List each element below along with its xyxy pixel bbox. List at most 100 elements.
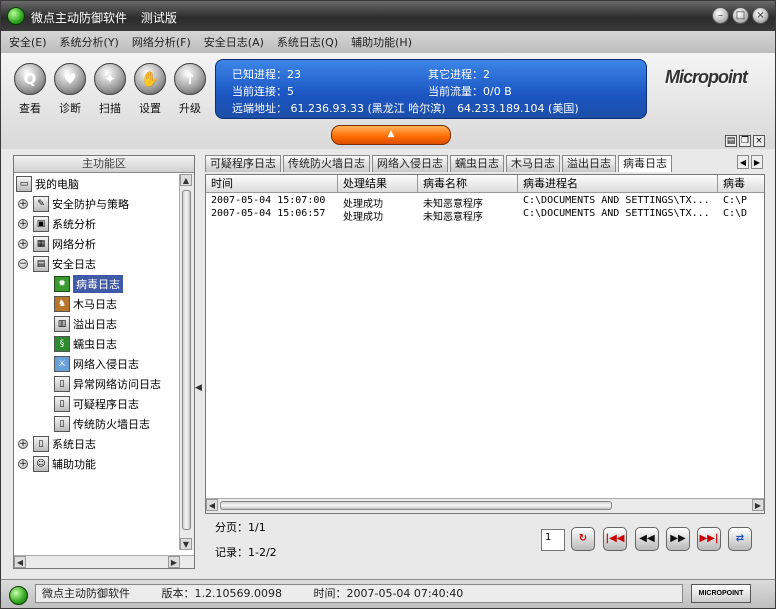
cell-time: 2007-05-04 15:07:00 bbox=[211, 195, 326, 206]
view-button[interactable]: Q 查看 bbox=[13, 63, 47, 116]
scan-button[interactable]: ✦ 扫描 bbox=[93, 63, 127, 116]
close-button[interactable]: × bbox=[752, 7, 769, 24]
expand-toggle[interactable]: + bbox=[18, 219, 28, 229]
settings-button[interactable]: ✋ 设置 bbox=[133, 63, 167, 116]
prev-page-button[interactable]: ◀◀ bbox=[635, 527, 659, 551]
menu-system-log[interactable]: 系统日志(Q) bbox=[269, 34, 343, 50]
scroll-thumb[interactable] bbox=[220, 501, 612, 510]
tab-worm-log[interactable]: 蠕虫日志 bbox=[450, 155, 504, 172]
first-page-button[interactable]: |◀◀ bbox=[603, 527, 627, 551]
page-number-input[interactable]: 1 bbox=[541, 529, 565, 551]
scroll-right-icon[interactable]: ▶ bbox=[752, 499, 764, 511]
collapse-toggle[interactable]: − bbox=[18, 259, 28, 269]
export-button[interactable]: ⇄ bbox=[728, 527, 752, 551]
tab-firewall-log[interactable]: 传统防火墙日志 bbox=[283, 155, 370, 172]
tab-overflow-log[interactable]: 溢出日志 bbox=[562, 155, 616, 172]
tree-label-selected: 病毒日志 bbox=[73, 275, 123, 293]
tree-item-my-computer[interactable]: ▭ 我的电脑 bbox=[16, 174, 79, 194]
col-time[interactable]: 时间 bbox=[206, 175, 338, 192]
minimize-button[interactable]: – bbox=[712, 7, 729, 24]
menu-security[interactable]: 安全(E) bbox=[1, 34, 52, 50]
next-page-button[interactable]: ▶▶ bbox=[666, 527, 690, 551]
col-virus-name[interactable]: 病毒名称 bbox=[418, 175, 518, 192]
col-result[interactable]: 处理结果 bbox=[338, 175, 418, 192]
system-log-icon: ▯ bbox=[33, 436, 49, 452]
scroll-right-icon[interactable]: ▶ bbox=[168, 556, 180, 568]
maximize-button[interactable]: □ bbox=[732, 7, 749, 24]
table-horizontal-scrollbar[interactable]: ◀ ▶ bbox=[206, 498, 764, 513]
tree-item-system-analysis[interactable]: + ▣ 系统分析 bbox=[18, 214, 96, 234]
app-orb-icon[interactable] bbox=[7, 7, 25, 25]
virus-icon: ✹ bbox=[54, 276, 70, 292]
close-view-icon[interactable]: × bbox=[753, 135, 765, 147]
scroll-up-icon[interactable]: ▲ bbox=[180, 174, 192, 186]
table-row[interactable]: 2007-05-04 15:07:00 处理成功 未知恶意程序 C:\DOCUM… bbox=[206, 195, 764, 210]
collapse-left-icon[interactable]: ◀ bbox=[195, 383, 202, 393]
tree-item-network-analysis[interactable]: + ▦ 网络分析 bbox=[18, 234, 96, 254]
upgrade-button[interactable]: ↑ 升级 bbox=[173, 63, 207, 116]
tab-intrusion-log[interactable]: 网络入侵日志 bbox=[372, 155, 448, 172]
document-icon: ▯ bbox=[54, 396, 70, 412]
tab-scroll-right-icon[interactable]: ▶ bbox=[751, 155, 763, 169]
network-icon: ▦ bbox=[33, 236, 49, 252]
sword-icon: ⚔ bbox=[54, 356, 70, 372]
menu-system-analysis[interactable]: 系统分析(Y) bbox=[52, 34, 124, 50]
overflow-icon: ▥ bbox=[54, 316, 70, 332]
menu-aux-functions[interactable]: 辅助功能(H) bbox=[343, 34, 417, 50]
main-window: 微点主动防御软件 测试版 – □ × 安全(E) 系统分析(Y) 网络分析(F)… bbox=[0, 0, 776, 609]
col-virus-process[interactable]: 病毒进程名 bbox=[518, 175, 718, 192]
tree-item-overflow-log[interactable]: ▥ 溢出日志 bbox=[54, 314, 117, 334]
window-controls: – □ × bbox=[712, 7, 769, 24]
main-function-panel: 主功能区 ▭ 我的电脑 + ✎ 安全防护与策略 + ▣ 系统分析 + ▦ 网络分… bbox=[13, 155, 195, 569]
tree-item-protection-policy[interactable]: + ✎ 安全防护与策略 bbox=[18, 194, 129, 214]
menu-network-analysis[interactable]: 网络分析(F) bbox=[124, 34, 196, 50]
tab-trojan-log[interactable]: 木马日志 bbox=[506, 155, 560, 172]
collapse-panel-button[interactable]: ▲ bbox=[331, 125, 451, 145]
tree-item-worm-log[interactable]: § 蠕虫日志 bbox=[54, 334, 117, 354]
tree-item-firewall-log[interactable]: ▯ 传统防火墙日志 bbox=[54, 414, 150, 434]
tab-scroll-left-icon[interactable]: ◀ bbox=[737, 155, 749, 169]
scroll-left-icon[interactable]: ◀ bbox=[14, 556, 26, 568]
menu-security-log[interactable]: 安全日志(A) bbox=[196, 34, 269, 50]
tree-item-suspicious-program-log[interactable]: ▯ 可疑程序日志 bbox=[54, 394, 139, 414]
scroll-down-icon[interactable]: ▼ bbox=[180, 538, 192, 550]
diagnose-button[interactable]: ♥ 诊断 bbox=[53, 63, 87, 116]
tree-vertical-scrollbar[interactable]: ▲ ▼ bbox=[179, 174, 194, 550]
cell-virus-more: C:\D bbox=[723, 208, 748, 219]
table-header: 时间 处理结果 病毒名称 病毒进程名 病毒 bbox=[206, 175, 764, 193]
tree-item-virus-log[interactable]: ✹ 病毒日志 bbox=[54, 274, 123, 294]
scan-label: 扫描 bbox=[99, 102, 121, 115]
title-bar[interactable]: 微点主动防御软件 测试版 – □ × bbox=[1, 1, 775, 31]
status-orb-icon bbox=[9, 586, 28, 605]
expand-toggle[interactable]: + bbox=[18, 239, 28, 249]
restore-view-icon[interactable]: ❐ bbox=[739, 135, 751, 147]
heart-diagnose-icon: ♥ bbox=[54, 63, 86, 95]
tree-item-system-log[interactable]: + ▯ 系统日志 bbox=[18, 434, 96, 454]
toolbar: Q 查看 ♥ 诊断 ✦ 扫描 ✋ 设置 ↑ 升级 已知进程：23 其它进程：2 … bbox=[1, 53, 775, 149]
expand-toggle[interactable]: + bbox=[18, 439, 28, 449]
cell-virus-process: C:\DOCUMENTS AND SETTINGS\TX... bbox=[523, 208, 710, 219]
tab-virus-log[interactable]: 病毒日志 bbox=[618, 155, 672, 172]
tree-item-security-log[interactable]: − ▤ 安全日志 bbox=[18, 254, 96, 274]
table-row[interactable]: 2007-05-04 15:06:57 处理成功 未知恶意程序 C:\DOCUM… bbox=[206, 208, 764, 223]
status-app-name: 微点主动防御软件 bbox=[42, 587, 130, 600]
tree-item-trojan-log[interactable]: ♞ 木马日志 bbox=[54, 294, 117, 314]
scroll-thumb[interactable] bbox=[182, 190, 191, 530]
tree-item-intrusion-log[interactable]: ⚔ 网络入侵日志 bbox=[54, 354, 139, 374]
known-processes: 已知进程：23 bbox=[232, 68, 301, 81]
refresh-button[interactable]: ↻ bbox=[571, 527, 595, 551]
tree-item-aux-functions[interactable]: + ☺ 辅助功能 bbox=[18, 454, 96, 474]
expand-toggle[interactable]: + bbox=[18, 199, 28, 209]
document-icon: ▯ bbox=[54, 376, 70, 392]
panel-splitter[interactable]: ◀ bbox=[195, 155, 203, 569]
tab-suspicious-program-log[interactable]: 可疑程序日志 bbox=[205, 155, 281, 172]
tree-item-abnormal-access-log[interactable]: ▯ 异常网络访问日志 bbox=[54, 374, 161, 394]
panel-header: 主功能区 bbox=[14, 156, 194, 173]
expand-toggle[interactable]: + bbox=[18, 459, 28, 469]
edition-label: 测试版 bbox=[140, 11, 177, 25]
col-virus-more[interactable]: 病毒 bbox=[718, 175, 764, 192]
tree-horizontal-scrollbar[interactable]: ◀ ▶ bbox=[14, 555, 194, 568]
scroll-left-icon[interactable]: ◀ bbox=[206, 499, 218, 511]
tile-view-icon[interactable]: ▤ bbox=[725, 135, 737, 147]
last-page-button[interactable]: ▶▶| bbox=[697, 527, 721, 551]
